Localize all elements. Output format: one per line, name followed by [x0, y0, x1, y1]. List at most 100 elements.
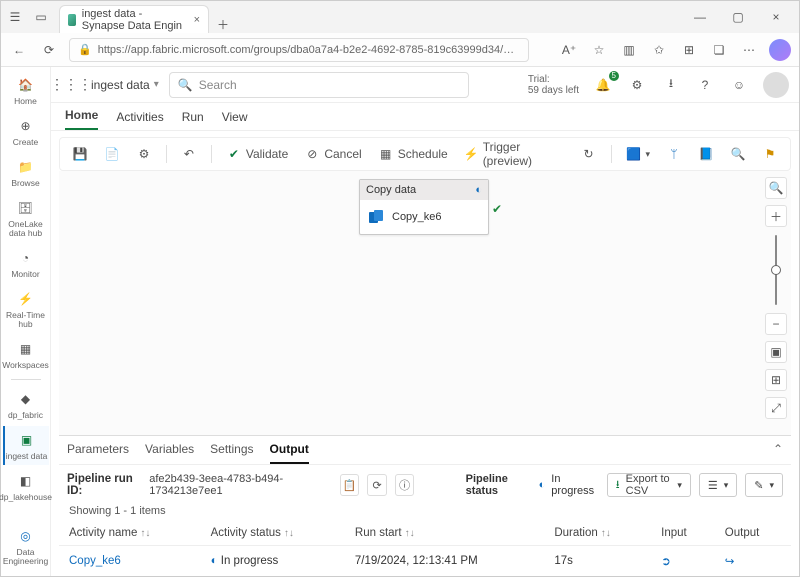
- settings-toolbar-button[interactable]: ⚙: [132, 143, 156, 165]
- download-button[interactable]: ⭳: [661, 75, 681, 95]
- bottom-tab-settings[interactable]: Settings: [210, 442, 253, 464]
- bottom-panel: Parameters Variables Settings Output ⌃ P…: [59, 435, 791, 576]
- filter-button[interactable]: ☰ ▾: [699, 473, 737, 497]
- read-aloud-icon[interactable]: A⁺: [559, 40, 579, 60]
- schedule-button[interactable]: ▦Schedule: [374, 143, 452, 165]
- tab-title: ingest data - Synapse Data Engin: [82, 8, 188, 32]
- notification-badge: 5: [609, 71, 619, 81]
- zoom-slider[interactable]: [775, 235, 777, 305]
- rail-monitor[interactable]: ◔ Monitor: [3, 244, 49, 283]
- zoom-handle[interactable]: [771, 265, 781, 275]
- rail-ingest-data[interactable]: ▣ ingest data: [3, 426, 49, 465]
- rail-browse[interactable]: 📁 Browse: [3, 153, 49, 192]
- app-launcher-icon[interactable]: ⋮⋮⋮: [61, 75, 81, 95]
- extensions-icon[interactable]: ⊞: [679, 40, 699, 60]
- tab-run[interactable]: Run: [182, 110, 204, 130]
- zoom-in-button[interactable]: ＋: [765, 205, 787, 227]
- favorite-icon[interactable]: ☆: [589, 40, 609, 60]
- search-canvas-button[interactable]: 🔍: [765, 177, 787, 199]
- edit-columns-button[interactable]: ✎ ▾: [745, 473, 783, 497]
- rail-onelake[interactable]: 🗄 OneLake data hub: [3, 194, 49, 242]
- col-duration[interactable]: Duration↑↓: [544, 521, 651, 546]
- tab-home[interactable]: Home: [65, 108, 98, 130]
- browser-tab[interactable]: ingest data - Synapse Data Engin ×: [59, 5, 209, 33]
- toolbar-separator: [211, 145, 212, 163]
- col-input[interactable]: Input: [651, 521, 715, 546]
- refresh-output-button[interactable]: ⟳: [367, 474, 387, 496]
- tab-activities[interactable]: Activities: [116, 110, 163, 130]
- bell-icon: 🔔: [596, 78, 611, 92]
- breadcrumb[interactable]: ingest data ▾: [91, 78, 159, 92]
- activity-name-link[interactable]: Copy_ke6: [69, 555, 121, 567]
- bottom-tab-output[interactable]: Output: [270, 442, 309, 464]
- cancel-button[interactable]: ⊘Cancel: [300, 143, 365, 165]
- window-close-button[interactable]: ×: [763, 10, 789, 24]
- tab-view[interactable]: View: [222, 110, 248, 130]
- more-icon[interactable]: ⋯: [739, 40, 759, 60]
- input-icon[interactable]: ➲: [661, 556, 671, 568]
- export-csv-button[interactable]: ⭳ Export to CSV ▾: [607, 473, 691, 497]
- url-field[interactable]: 🔒 https://app.fabric.microsoft.com/group…: [69, 38, 529, 62]
- pipeline-status-value: In progress: [551, 473, 599, 497]
- bottom-tab-parameters[interactable]: Parameters: [67, 442, 129, 464]
- col-activity-status[interactable]: Activity status↑↓: [201, 521, 345, 546]
- copy-data-node[interactable]: Copy data ◐ Copy_ke6 ✔: [359, 179, 489, 235]
- col-activity-name[interactable]: Activity name↑↓: [59, 521, 201, 546]
- workspaces-icon: ▦: [16, 339, 36, 359]
- collapse-panel-button[interactable]: ⌃: [773, 442, 783, 464]
- rail-dp-fabric[interactable]: ◆ dp_fabric: [3, 385, 49, 424]
- bottom-tab-variables[interactable]: Variables: [145, 442, 194, 464]
- back-button[interactable]: ←: [9, 40, 29, 60]
- feedback-button[interactable]: ☺: [729, 75, 749, 95]
- collections-icon[interactable]: ▥: [619, 40, 639, 60]
- window-maximize-button[interactable]: ▢: [725, 10, 751, 24]
- copilot-icon[interactable]: [769, 39, 791, 61]
- rail-create[interactable]: ⊕ Create: [3, 112, 49, 151]
- output-icon[interactable]: ↪: [725, 556, 735, 568]
- tabs-icon[interactable]: ▭: [31, 7, 51, 27]
- undo-button[interactable]: ↶: [177, 143, 201, 165]
- table-row[interactable]: Copy_ke6 ◐ In progress 7/19/2024, 12:13:…: [59, 546, 791, 577]
- new-tab-button[interactable]: ＋: [209, 16, 237, 33]
- zoom-out-button[interactable]: −: [765, 313, 787, 335]
- notebook-button[interactable]: 📘: [694, 143, 718, 165]
- rail-home[interactable]: 🏠 Home: [3, 71, 49, 110]
- settings-button[interactable]: ⚙: [627, 75, 647, 95]
- rail-realtime[interactable]: ⚡ Real-Time hub: [3, 285, 49, 333]
- flag-button[interactable]: ⚑: [758, 143, 782, 165]
- canvas[interactable]: Copy data ◐ Copy_ke6 ✔ 🔍 ＋ −: [59, 171, 791, 435]
- search-input[interactable]: 🔍 Search: [169, 72, 469, 98]
- validate-button[interactable]: ✔Validate: [222, 143, 292, 165]
- window-minimize-button[interactable]: —: [687, 10, 713, 24]
- search-toolbar-button[interactable]: 🔍: [726, 143, 750, 165]
- notifications-button[interactable]: 🔔 5: [593, 75, 613, 95]
- rail-data-engineering[interactable]: ◎ Data Engineering: [3, 522, 49, 570]
- minimap-button[interactable]: ⊞: [765, 369, 787, 391]
- rail-dp-lakehouse[interactable]: ◧ dp_lakehouse: [3, 467, 49, 506]
- node-type: Copy data: [366, 184, 416, 196]
- browser-address-bar: ← ⟳ 🔒 https://app.fabric.microsoft.com/g…: [1, 33, 799, 67]
- branch-button[interactable]: ᛘ: [662, 143, 686, 165]
- history-button[interactable]: ↻: [577, 143, 601, 165]
- help-button[interactable]: ?: [695, 75, 715, 95]
- fit-button[interactable]: ▣: [765, 341, 787, 363]
- close-tab-icon[interactable]: ×: [194, 14, 200, 26]
- col-run-start[interactable]: Run start↑↓: [345, 521, 544, 546]
- rail-workspaces[interactable]: ▦ Workspaces: [3, 335, 49, 374]
- flag-icon: ⚑: [762, 146, 778, 162]
- fullscreen-button[interactable]: ⤢: [765, 397, 787, 419]
- refresh-button[interactable]: ⟳: [39, 40, 59, 60]
- canvas-controls: 🔍 ＋ − ▣ ⊞ ⤢: [765, 177, 787, 419]
- copy-run-id-button[interactable]: 📋: [340, 474, 360, 496]
- data-source-button[interactable]: 🟦▾: [621, 143, 654, 165]
- profile-icon[interactable]: ☰: [5, 7, 25, 27]
- col-output[interactable]: Output: [715, 521, 791, 546]
- save-as-button[interactable]: 📄: [100, 143, 124, 165]
- trigger-button[interactable]: ⚡Trigger (preview): [460, 137, 569, 171]
- wallet-icon[interactable]: ❏: [709, 40, 729, 60]
- favorites-bar-icon[interactable]: ✩: [649, 40, 669, 60]
- info-button[interactable]: ⓘ: [395, 474, 415, 496]
- cancel-icon: ⊘: [304, 146, 320, 162]
- avatar[interactable]: [763, 72, 789, 98]
- save-button[interactable]: 💾: [68, 143, 92, 165]
